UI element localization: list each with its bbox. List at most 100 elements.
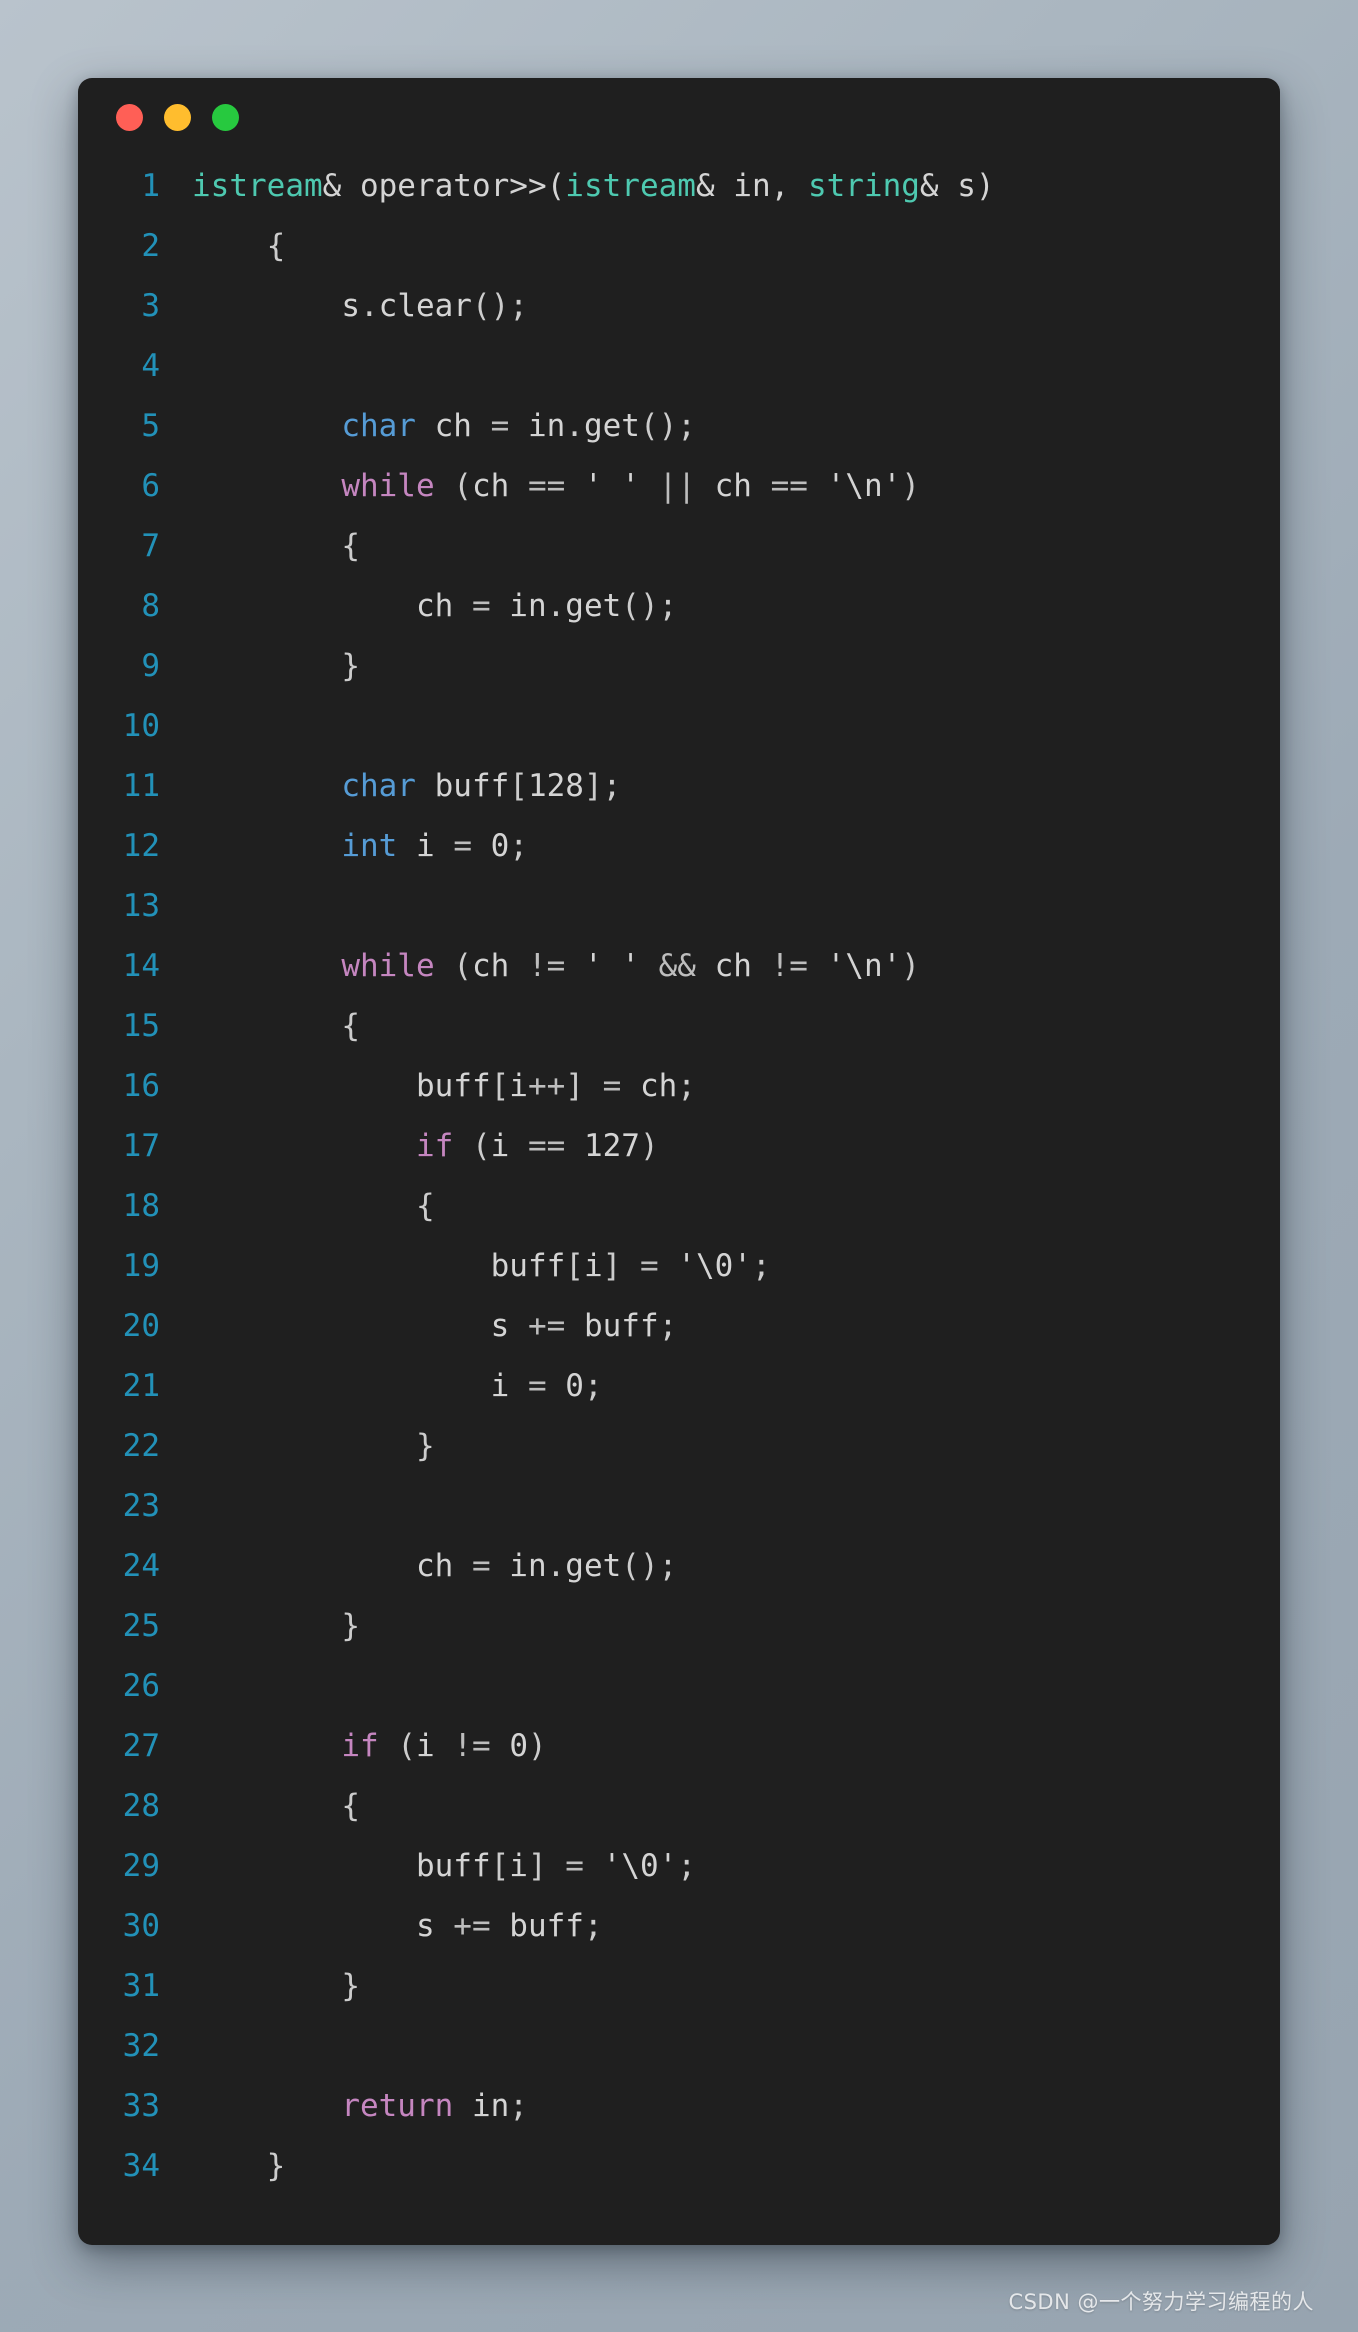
token-variable: ch xyxy=(639,1068,678,1104)
token-punct: [ xyxy=(490,1068,510,1104)
token-plain: , xyxy=(770,168,808,204)
window-maximize-icon[interactable] xyxy=(212,103,239,131)
window-minimize-icon[interactable] xyxy=(164,103,191,131)
code-line: 7 { xyxy=(78,516,1280,576)
line-number: 5 xyxy=(141,408,160,444)
token-plain: in xyxy=(733,168,771,204)
code-line: 20 s += buff; xyxy=(78,1296,1280,1356)
token-plain: ) xyxy=(975,168,995,204)
token-control: if xyxy=(341,1728,379,1764)
token-punct: ) xyxy=(901,468,920,504)
code-line: 12 int i = 0; xyxy=(78,816,1280,876)
token-number: 0 xyxy=(509,1728,528,1764)
token-punct: ] xyxy=(527,1848,547,1884)
line-content: if (i == 127) xyxy=(170,1116,1280,1176)
line-number: 17 xyxy=(122,1128,160,1164)
token-keyword: int xyxy=(341,828,398,864)
line-number: 16 xyxy=(122,1068,160,1104)
token-op: ++ xyxy=(527,1068,566,1104)
token-variable: i xyxy=(509,1068,528,1104)
token-control: while xyxy=(341,948,435,984)
line-number: 2 xyxy=(141,228,160,264)
line-number: 26 xyxy=(122,1668,160,1704)
token-plain: s xyxy=(957,168,976,204)
line-number: 18 xyxy=(122,1188,160,1224)
code-line: 17 if (i == 127) xyxy=(78,1116,1280,1176)
line-content xyxy=(170,1656,1280,1716)
token-plain: s xyxy=(341,288,360,324)
code-line: 22 } xyxy=(78,1416,1280,1476)
token-punct: ] xyxy=(565,1068,584,1104)
code-line: 10 xyxy=(78,696,1280,756)
line-number: 8 xyxy=(141,588,160,624)
line-number: 10 xyxy=(122,708,160,744)
line-content: int i = 0; xyxy=(170,816,1280,876)
token-op: = xyxy=(583,1068,640,1104)
line-number: 15 xyxy=(122,1008,160,1044)
token-string: ' xyxy=(677,1248,696,1284)
line-content: ch = in.get(); xyxy=(170,1536,1280,1596)
line-number: 19 xyxy=(122,1248,160,1284)
token-punct: ; xyxy=(751,1248,771,1284)
token-variable: buff xyxy=(490,1248,566,1284)
code-line: 8 ch = in.get(); xyxy=(78,576,1280,636)
token-op: == xyxy=(751,468,827,504)
line-number: 24 xyxy=(122,1548,160,1584)
token-punct: (); xyxy=(621,1548,678,1584)
token-op: += xyxy=(509,1308,584,1344)
line-number: 23 xyxy=(122,1488,160,1524)
token-punct: ; xyxy=(677,1068,696,1104)
line-content: buff[i] = '\0'; xyxy=(170,1236,1280,1296)
token-punct: } xyxy=(341,648,360,684)
window-close-icon[interactable] xyxy=(116,103,143,131)
token-variable: ch xyxy=(714,948,752,984)
line-content: return in; xyxy=(170,2076,1280,2136)
code-line: 34 } xyxy=(78,2136,1280,2196)
line-content xyxy=(170,2016,1280,2076)
token-punct: . xyxy=(565,408,584,444)
token-op: = xyxy=(621,1248,678,1284)
token-escape: \0 xyxy=(695,1248,734,1284)
line-number: 30 xyxy=(122,1908,160,1944)
code-line: 31 } xyxy=(78,1956,1280,2016)
token-escape: \n xyxy=(845,948,883,984)
code-line: 14 while (ch != ' ' && ch != '\n') xyxy=(78,936,1280,996)
line-number: 3 xyxy=(141,288,160,324)
token-plain: & xyxy=(695,168,734,204)
token-punct: [ xyxy=(490,1848,510,1884)
token-punct: ; xyxy=(509,828,528,864)
token-control: while xyxy=(341,468,435,504)
token-string: ' xyxy=(882,948,902,984)
token-string: ' ' xyxy=(583,948,640,984)
token-op: = xyxy=(453,1548,510,1584)
code-editor[interactable]: 1 istream& operator>>(istream& in, string… xyxy=(78,156,1280,2196)
line-content: while (ch != ' ' && ch != '\n') xyxy=(170,936,1280,996)
line-content: istream& operator>>(istream& in, string&… xyxy=(170,156,1280,216)
line-number: 7 xyxy=(141,528,160,564)
code-line: 30 s += buff; xyxy=(78,1896,1280,1956)
token-punct: ; xyxy=(658,1308,678,1344)
line-content: ch = in.get(); xyxy=(170,576,1280,636)
token-variable: i xyxy=(583,1248,603,1284)
token-punct: ( xyxy=(397,1728,416,1764)
token-op: != xyxy=(751,948,827,984)
token-punct: ( xyxy=(453,948,472,984)
line-content: char ch = in.get(); xyxy=(170,396,1280,456)
token-punct: ( xyxy=(471,1128,491,1164)
line-number: 22 xyxy=(122,1428,160,1464)
token-number: 128 xyxy=(527,768,584,804)
code-line: 3 s.clear(); xyxy=(78,276,1280,336)
